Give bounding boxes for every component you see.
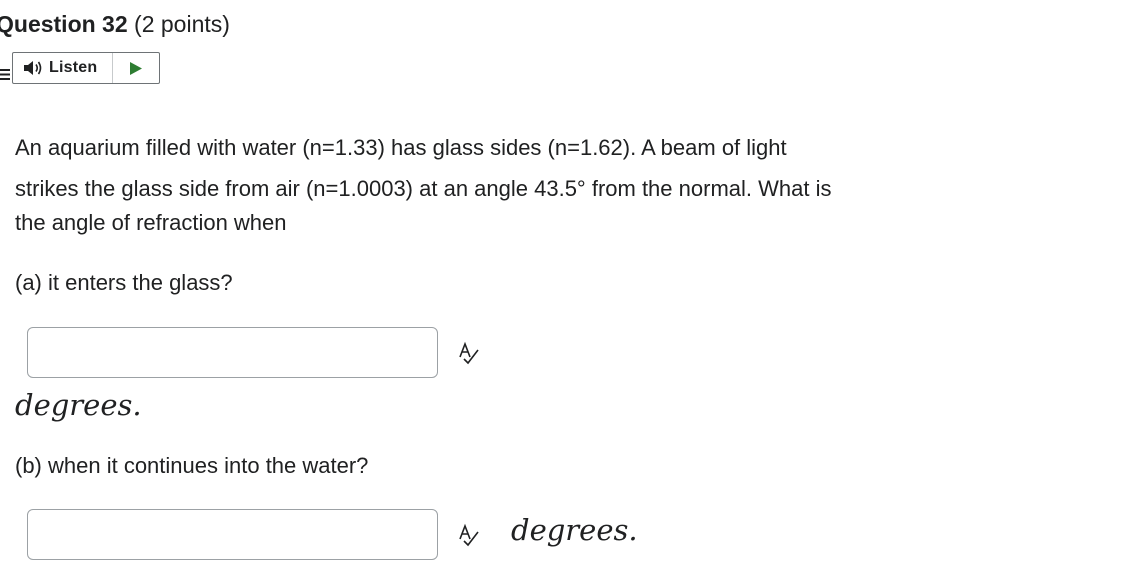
part-a-label: (a) it enters the glass?	[15, 270, 233, 295]
spellcheck-icon[interactable]	[457, 341, 481, 365]
spellcheck-icon[interactable]	[457, 523, 481, 547]
listen-label: Listen	[49, 59, 98, 76]
part-a-unit: degrees.	[15, 388, 142, 422]
play-button[interactable]	[113, 53, 159, 83]
listen-button[interactable]: Listen	[13, 53, 113, 83]
question-header: Question 32 (2 points)	[0, 8, 230, 40]
prompt-line: strikes the glass side from air (n=1.000…	[15, 176, 832, 201]
part-b-unit: degrees.	[511, 513, 638, 547]
menu-icon[interactable]	[0, 69, 10, 80]
listen-control: Listen	[12, 52, 160, 84]
play-icon	[130, 61, 142, 75]
prompt-line: An aquarium filled with water (n=1.33) h…	[15, 135, 787, 160]
question-title: Question 32	[0, 11, 128, 37]
part-a-answer-input[interactable]	[27, 327, 438, 378]
part-b-label: (b) when it continues into the water?	[15, 453, 369, 478]
quiz-page: Question 32 (2 points) Listen An aquariu…	[0, 0, 1133, 585]
prompt-line: the angle of refraction when	[15, 210, 287, 235]
part-b-answer-input[interactable]	[27, 509, 438, 560]
question-points: (2 points)	[134, 11, 230, 37]
speaker-icon	[24, 61, 42, 75]
question-prompt: An aquarium filled with water (n=1.33) h…	[15, 130, 935, 240]
